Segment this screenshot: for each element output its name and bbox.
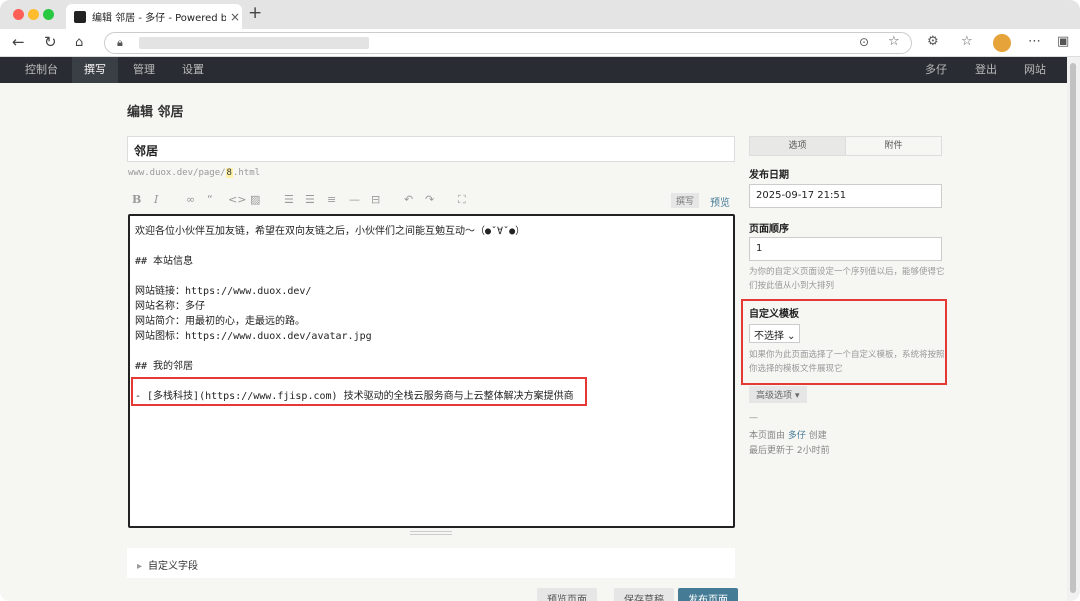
advanced-options-label: 高级选项 [756, 391, 793, 401]
tab-bar: 编辑 邻居 - 多仔 - Powered by T × + [0, 0, 1080, 29]
page-scrollbar[interactable] [1067, 57, 1080, 601]
more-icon[interactable]: ⋯ [1028, 34, 1041, 49]
nav-user[interactable]: 多仔 [913, 57, 959, 83]
template-description: 如果你为此页面选择了一个自定义模板，系统将按照你选择的模板文件展现它 [749, 350, 945, 374]
new-tab-icon[interactable]: + [248, 3, 262, 23]
ordered-list-icon[interactable]: ☰ [284, 193, 294, 206]
template-select-value: 不选择 [754, 331, 784, 342]
horizontal-rule-icon[interactable]: — [349, 193, 360, 206]
meta-divider: — [749, 413, 758, 423]
author-link[interactable]: 多仔 [788, 431, 806, 441]
nav-manage[interactable]: 管理 [121, 57, 167, 83]
site-favicon-icon [74, 10, 86, 23]
nav-site[interactable]: 网站 [1012, 57, 1058, 83]
mode-write-tab[interactable]: 撰写 [671, 193, 700, 208]
tab-title: 编辑 邻居 - 多仔 - Powered by T [92, 13, 226, 24]
editor-line: 网站链接：https://www.duox.dev/ [135, 286, 312, 297]
browser-window: 编辑 邻居 - 多仔 - Powered by T × + ← ↻ ⌂ 🔒︎ ⊙… [0, 0, 1080, 601]
sidebar-icon[interactable]: ▣ [1057, 34, 1069, 49]
link-icon[interactable]: ∞ [186, 193, 195, 206]
profile-avatar[interactable] [993, 34, 1011, 52]
editor-line: 欢迎各位小伙伴互加友链，希望在双向友链之后，小伙伴们之间能互勉互动～（●ˇ∀ˇ●… [135, 226, 526, 237]
more-break-icon[interactable]: ⊟ [371, 193, 380, 206]
sidebar-tabs: 选项 附件 [749, 136, 942, 156]
chevron-down-icon: ⌄ [787, 331, 796, 342]
caret-down-icon: ▾ [795, 391, 800, 401]
browser-tab[interactable]: 编辑 邻居 - 多仔 - Powered by T × [66, 4, 242, 29]
lock-icon: 🔒︎ [117, 36, 123, 49]
home-icon[interactable]: ⌂ [75, 35, 83, 50]
page-title: 编辑 邻居 [127, 105, 184, 120]
mode-preview-tab[interactable]: 预览 [710, 194, 730, 209]
quote-icon[interactable]: “ [207, 193, 213, 206]
image-icon[interactable]: ▨ [250, 193, 260, 206]
chevron-right-icon: ▸ [137, 561, 143, 572]
advanced-options-button[interactable]: 高级选项 ▾ [749, 386, 807, 403]
highlight-box-link [131, 377, 587, 406]
page-order-description: 为你的自定义页面设定一个序列值以后，能够使得它们按此值从小到大排列 [749, 267, 945, 291]
heading-icon[interactable]: ≡ [327, 193, 336, 206]
editor-line: 网站图标：https://www.duox.dev/avatar.jpg [135, 331, 372, 342]
close-window-button[interactable] [13, 9, 24, 20]
title-input[interactable]: 邻居 [127, 136, 735, 162]
nav-settings[interactable]: 设置 [170, 57, 216, 83]
reader-icon[interactable]: ⊙ [859, 35, 869, 49]
scrollbar-thumb[interactable] [1070, 63, 1076, 593]
editor-line: ## 我的邻居 [135, 361, 194, 372]
favorite-star-icon[interactable]: ☆ [888, 34, 900, 49]
markdown-editor[interactable]: 欢迎各位小伙伴互加友链，希望在双向友链之后，小伙伴们之间能互勉互动～（●ˇ∀ˇ●… [128, 214, 735, 528]
permalink-prefix: www.duox.dev/page/ [128, 168, 226, 178]
preview-page-button[interactable]: 预览页面 [537, 588, 597, 601]
custom-fields-label: 自定义字段 [148, 561, 199, 572]
italic-icon[interactable]: I [154, 193, 158, 206]
editor-resize-handle[interactable] [410, 531, 452, 535]
custom-fields-section[interactable]: ▸ 自定义字段 [127, 548, 735, 578]
publish-date-label: 发布日期 [749, 170, 789, 181]
nav-write[interactable]: 撰写 [72, 57, 118, 83]
back-icon[interactable]: ← [12, 33, 25, 51]
bold-icon[interactable]: B [132, 193, 141, 206]
undo-icon[interactable]: ↶ [404, 193, 413, 206]
tab-options[interactable]: 选项 [750, 137, 845, 155]
last-updated: 最后更新于 2小时前 [749, 446, 830, 456]
editor-line: 网站简介：用最初的心，走最远的路。 [135, 316, 305, 327]
nav-dashboard[interactable]: 控制台 [13, 57, 70, 83]
save-draft-button[interactable]: 保存草稿 [614, 588, 674, 601]
favorites-icon[interactable]: ☆ [961, 34, 973, 49]
publish-page-button[interactable]: 发布页面 [678, 588, 738, 601]
redo-icon[interactable]: ↷ [425, 193, 434, 206]
address-bar[interactable]: 🔒︎ ⊙ ☆ [104, 32, 912, 54]
permalink-suffix: .html [232, 168, 261, 178]
nav-logout[interactable]: 登出 [963, 57, 1009, 83]
created-by: 本页面由 多仔 创建 [749, 428, 827, 441]
fullscreen-icon[interactable]: ⛶ [458, 193, 466, 207]
template-label: 自定义模板 [749, 309, 799, 320]
maximize-window-button[interactable] [43, 9, 54, 20]
tab-attachments[interactable]: 附件 [845, 137, 941, 155]
permalink-slug[interactable]: 8 [225, 168, 233, 178]
template-select[interactable]: 不选择 ⌄ [749, 324, 801, 343]
main-content: 编辑 邻居 邻居 www.duox.dev/page/8.html B I ∞ … [0, 83, 1067, 601]
browser-toolbar: ← ↻ ⌂ 🔒︎ ⊙ ☆ ⚙ ☆ ⋯ ▣ [0, 29, 1080, 57]
url-text-redacted [139, 37, 369, 49]
permalink: www.duox.dev/page/8.html [128, 168, 260, 178]
editor-line: 网站名称：多仔 [135, 301, 205, 312]
created-by-suffix: 创建 [808, 431, 827, 441]
extensions-icon[interactable]: ⚙ [927, 34, 939, 49]
tab-close-icon[interactable]: × [230, 10, 240, 24]
publish-date-input[interactable]: 2025-09-17 21:51 [749, 184, 942, 208]
created-by-prefix: 本页面由 [749, 431, 786, 441]
editor-line: ## 本站信息 [135, 256, 194, 267]
reload-icon[interactable]: ↻ [44, 33, 57, 51]
page-order-label: 页面顺序 [749, 224, 789, 235]
minimize-window-button[interactable] [28, 9, 39, 20]
admin-nav: 控制台 撰写 管理 设置 多仔 登出 网站 [0, 57, 1067, 83]
code-icon[interactable]: <> [228, 193, 246, 206]
page-order-input[interactable]: 1 [749, 237, 942, 261]
unordered-list-icon[interactable]: ☰ [305, 193, 315, 206]
